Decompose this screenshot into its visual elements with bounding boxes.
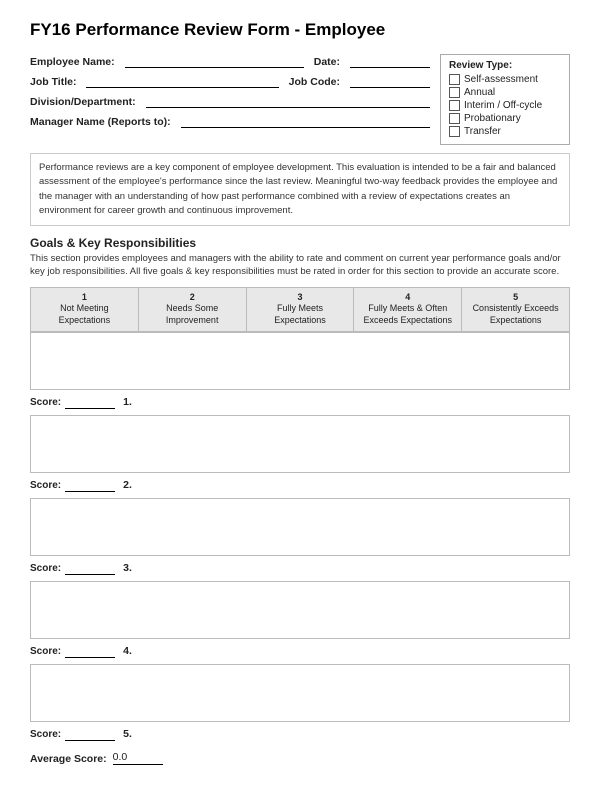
page-title: FY16 Performance Review Form - Employee xyxy=(30,20,570,40)
goal-box-1[interactable] xyxy=(30,332,570,390)
item-number-2: 2. xyxy=(123,479,132,491)
rating-label-2: Needs SomeImprovement xyxy=(166,303,219,325)
rating-num-2: 2 xyxy=(141,292,244,304)
score-row-2: Score: 2. xyxy=(30,479,570,492)
score-row-4: Score: 4. xyxy=(30,645,570,658)
rating-col-2: 2 Needs SomeImprovement xyxy=(139,288,247,331)
goal-box-5[interactable] xyxy=(30,664,570,722)
rating-label-1: Not MeetingExpectations xyxy=(59,303,111,325)
review-type-annual-label: Annual xyxy=(464,87,495,98)
score-input-2[interactable] xyxy=(65,479,115,492)
goal-entry-3: Score: 3. xyxy=(30,498,570,575)
job-title-label: Job Title: xyxy=(30,76,76,88)
job-title-input[interactable] xyxy=(86,74,278,88)
employee-name-label: Employee Name: xyxy=(30,56,115,68)
review-type-interim: Interim / Off-cycle xyxy=(449,100,561,111)
rating-col-5: 5 Consistently ExceedsExpectations xyxy=(462,288,569,331)
rating-col-4: 4 Fully Meets & OftenExceeds Expectation… xyxy=(354,288,462,331)
score-input-1[interactable] xyxy=(65,396,115,409)
average-row: Average Score: 0.0 xyxy=(30,751,570,765)
section-title: Goals & Key Responsibilities xyxy=(30,236,570,250)
rating-num-5: 5 xyxy=(464,292,567,304)
goal-entry-1: Score: 1. xyxy=(30,332,570,409)
section-desc: This section provides employees and mana… xyxy=(30,252,570,279)
score-label-3: Score: xyxy=(30,563,61,574)
goal-box-4[interactable] xyxy=(30,581,570,639)
rating-num-3: 3 xyxy=(249,292,352,304)
division-label: Division/Department: xyxy=(30,96,136,108)
date-input[interactable] xyxy=(350,54,430,68)
rating-col-1: 1 Not MeetingExpectations xyxy=(31,288,139,331)
review-type-annual: Annual xyxy=(449,87,561,98)
date-label: Date: xyxy=(314,56,340,68)
goal-box-3[interactable] xyxy=(30,498,570,556)
score-input-4[interactable] xyxy=(65,645,115,658)
score-label-1: Score: xyxy=(30,397,61,408)
review-type-probationary-label: Probationary xyxy=(464,113,521,124)
item-number-4: 4. xyxy=(123,645,132,657)
item-number-3: 3. xyxy=(123,562,132,574)
rating-num-4: 4 xyxy=(356,292,459,304)
manager-input[interactable] xyxy=(181,114,430,128)
score-row-3: Score: 3. xyxy=(30,562,570,575)
employee-name-input[interactable] xyxy=(125,54,304,68)
review-type-transfer-label: Transfer xyxy=(464,126,501,137)
review-type-interim-label: Interim / Off-cycle xyxy=(464,100,542,111)
checkbox-interim[interactable] xyxy=(449,100,460,111)
checkbox-annual[interactable] xyxy=(449,87,460,98)
average-label: Average Score: xyxy=(30,753,107,765)
rating-num-1: 1 xyxy=(33,292,136,304)
review-type-title: Review Type: xyxy=(449,60,561,71)
rating-label-3: Fully MeetsExpectations xyxy=(274,303,326,325)
rating-label-5: Consistently ExceedsExpectations xyxy=(473,303,559,325)
goal-entry-4: Score: 4. xyxy=(30,581,570,658)
rating-col-3: 3 Fully MeetsExpectations xyxy=(247,288,355,331)
description-text: Performance reviews are a key component … xyxy=(39,162,557,216)
score-row-1: Score: 1. xyxy=(30,396,570,409)
review-type-box: Review Type: Self-assessment Annual Inte… xyxy=(440,54,570,145)
review-type-self-label: Self-assessment xyxy=(464,74,538,85)
score-input-3[interactable] xyxy=(65,562,115,575)
review-type-self: Self-assessment xyxy=(449,74,561,85)
review-type-transfer: Transfer xyxy=(449,126,561,137)
checkbox-self[interactable] xyxy=(449,74,460,85)
checkbox-transfer[interactable] xyxy=(449,126,460,137)
item-number-1: 1. xyxy=(123,396,132,408)
goal-entry-5: Score: 5. xyxy=(30,664,570,741)
job-code-input[interactable] xyxy=(350,74,430,88)
score-label-4: Score: xyxy=(30,646,61,657)
score-label-5: Score: xyxy=(30,729,61,740)
job-code-label: Job Code: xyxy=(289,76,340,88)
goal-box-2[interactable] xyxy=(30,415,570,473)
rating-header: 1 Not MeetingExpectations 2 Needs SomeIm… xyxy=(30,287,570,332)
review-type-probationary: Probationary xyxy=(449,113,561,124)
rating-label-4: Fully Meets & OftenExceeds Expectations xyxy=(364,303,453,325)
goal-entry-2: Score: 2. xyxy=(30,415,570,492)
goals-section: Score: 1. Score: 2. Score: 3. Score: 4. xyxy=(30,332,570,741)
checkbox-probationary[interactable] xyxy=(449,113,460,124)
description-box: Performance reviews are a key component … xyxy=(30,153,570,226)
score-label-2: Score: xyxy=(30,480,61,491)
average-value: 0.0 xyxy=(113,751,163,765)
division-input[interactable] xyxy=(146,94,430,108)
manager-label: Manager Name (Reports to): xyxy=(30,116,171,128)
